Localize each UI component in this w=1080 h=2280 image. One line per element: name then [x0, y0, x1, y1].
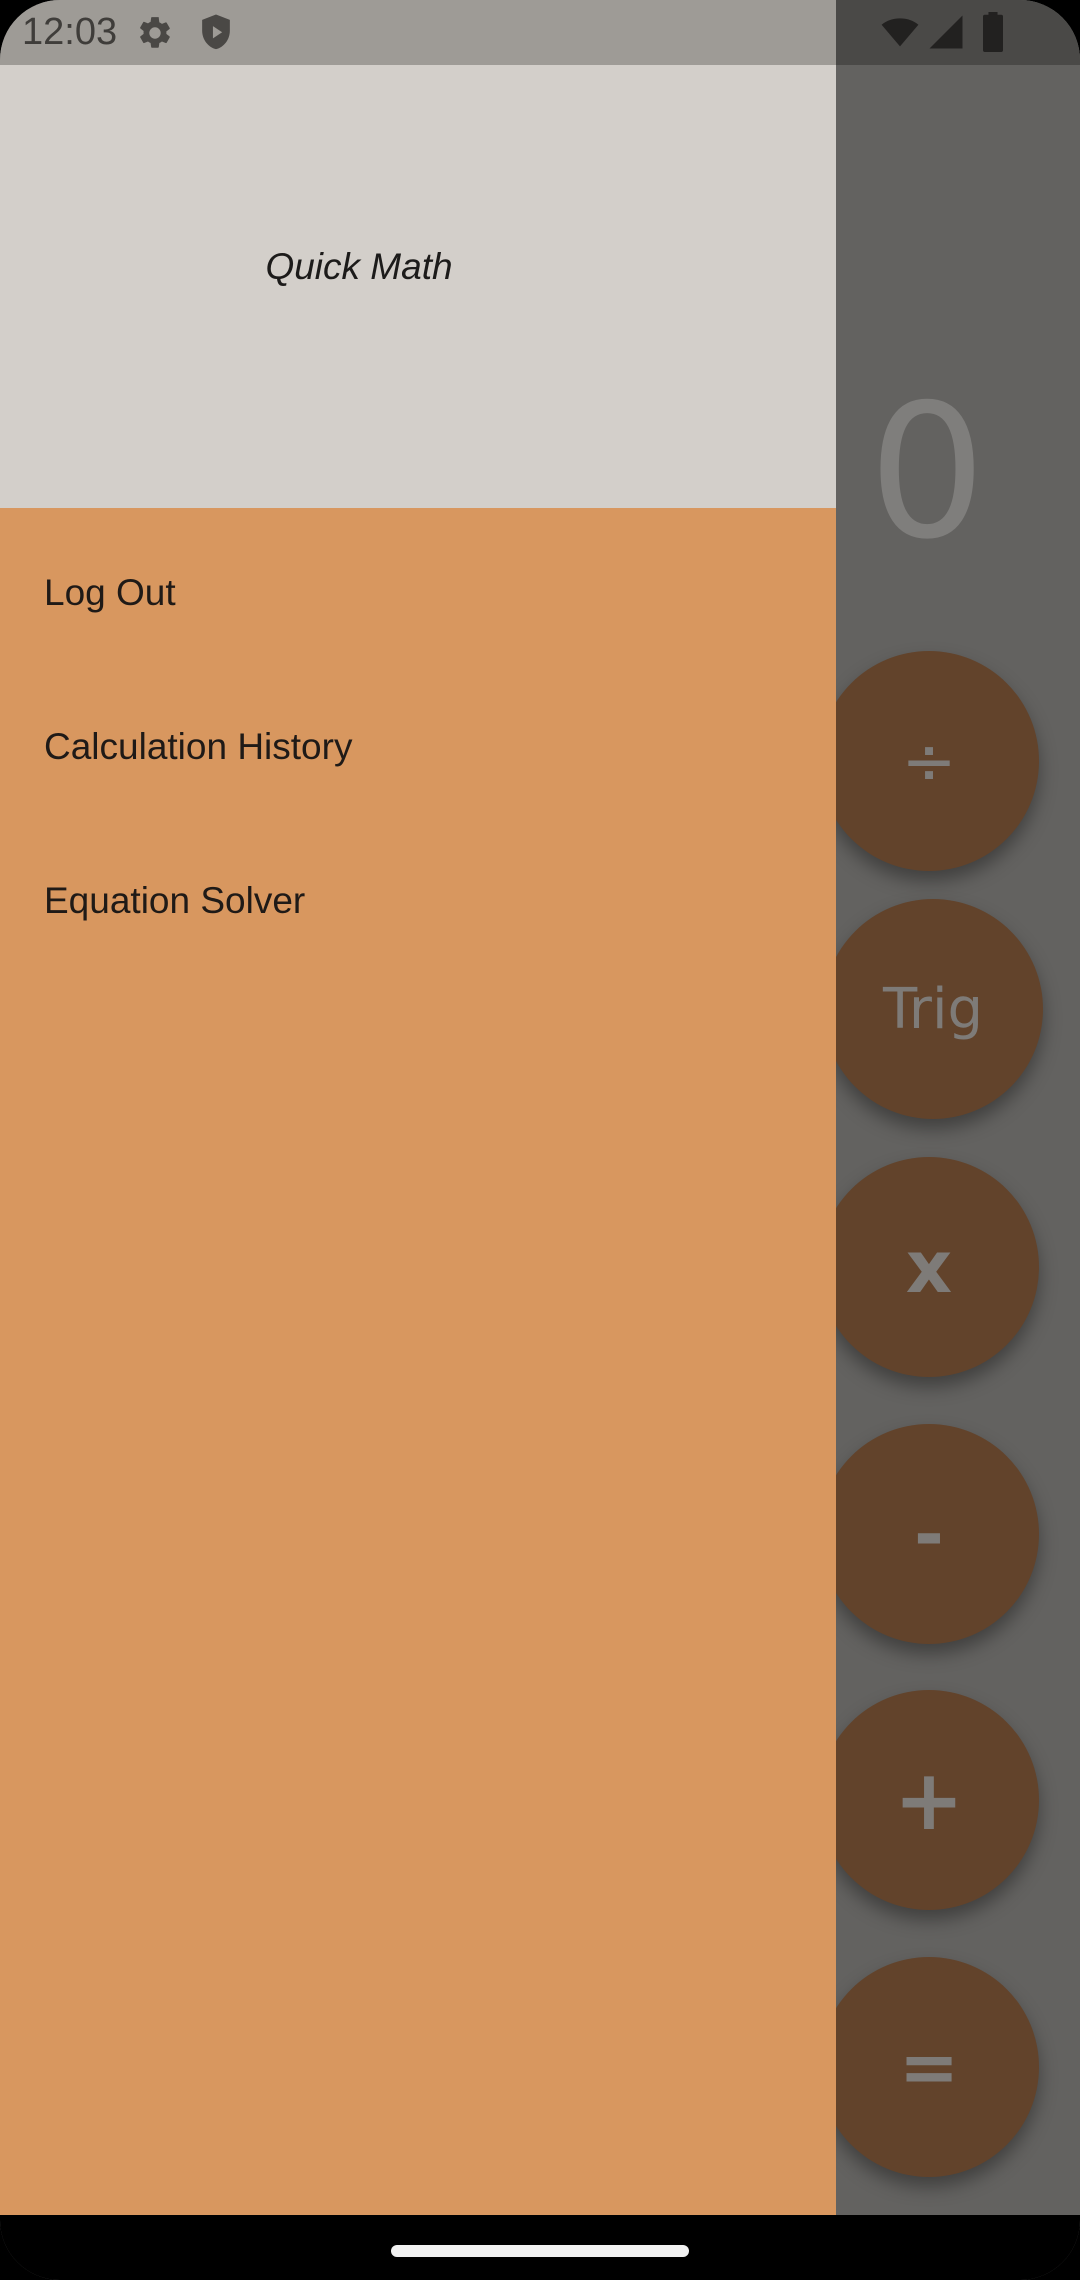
multiply-button[interactable]: x [819, 1157, 1039, 1377]
equals-button[interactable]: = [819, 1957, 1039, 2177]
status-bar-background [0, 0, 836, 65]
status-bar: 12:03 [0, 0, 1080, 65]
divide-button[interactable]: ÷ [819, 651, 1039, 871]
drawer-item-equation-solver[interactable]: Equation Solver [0, 826, 836, 980]
shield-icon [202, 14, 230, 50]
battery-icon [983, 12, 1003, 52]
status-time: 12:03 [22, 11, 118, 53]
screen: 0 ÷ Trig x - + = 12:03 Quick Math Log Ou… [0, 0, 1080, 2280]
drawer-item-label: Log Out [44, 572, 176, 613]
home-gesture-handle[interactable] [391, 2245, 689, 2257]
wifi-icon [881, 18, 919, 47]
settings-icon [140, 17, 170, 48]
drawer-item-log-out[interactable]: Log Out [0, 518, 836, 672]
drawer-item-label: Equation Solver [44, 880, 306, 921]
calculator-display: 0 [868, 364, 986, 580]
navigation-bar [0, 2215, 1080, 2280]
drawer-title: Quick Math [265, 246, 453, 287]
minus-button[interactable]: - [819, 1424, 1039, 1644]
trig-button[interactable]: Trig [823, 899, 1043, 1119]
drawer-item-calculation-history[interactable]: Calculation History [0, 672, 836, 826]
navigation-drawer: Quick Math Log Out Calculation History E… [0, 65, 836, 2215]
signal-icon [929, 15, 963, 49]
plus-button[interactable]: + [819, 1690, 1039, 1910]
drawer-item-label: Calculation History [44, 726, 353, 767]
drawer-header: Quick Math [0, 65, 836, 508]
